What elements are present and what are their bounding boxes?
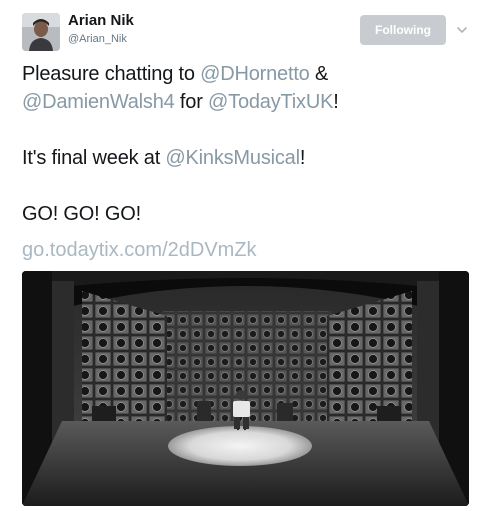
tweet-text-segment: for	[174, 91, 209, 113]
tweet-line-2: @DamienWalsh4 for @TodayTixUK!	[22, 88, 477, 116]
mention-kinksmusical[interactable]: @KinksMusical	[165, 147, 300, 169]
author-name[interactable]: Arian Nik	[68, 12, 134, 29]
tweet-line-3: It's final week at @KinksMusical!	[22, 144, 477, 172]
tweet-text-segment: &	[309, 63, 329, 85]
mention-dhornetto[interactable]: @DHornetto	[200, 63, 310, 85]
avatar-photo	[22, 13, 60, 51]
mention-damienwalsh4[interactable]: @DamienWalsh4	[22, 91, 175, 113]
avatar[interactable]	[22, 13, 60, 51]
tweet-line-4: GO! GO! GO!	[22, 203, 141, 225]
tweet-text-segment: !	[299, 147, 306, 169]
tweet-link[interactable]: go.todaytix.com/2dDVmZk	[22, 236, 257, 264]
author-handle[interactable]: @Arian_Nik	[68, 33, 127, 45]
chevron-down-icon[interactable]	[456, 23, 468, 35]
tweet-text-segment: It's final week at	[22, 147, 166, 169]
following-button[interactable]: Following	[360, 15, 446, 45]
tweet-text: Pleasure chatting to @DHornetto & @Damie…	[22, 60, 477, 228]
tweet-line-1: Pleasure chatting to @DHornetto &	[22, 60, 477, 88]
tweet-spacer	[22, 116, 477, 144]
stage-photo-image	[22, 271, 469, 506]
mention-todaytixuk[interactable]: @TodayTixUK	[208, 91, 333, 113]
tweet-text-segment: !	[333, 91, 339, 113]
tweet-spacer	[22, 172, 477, 200]
tweet-photo[interactable]	[22, 271, 469, 506]
tweet-text-segment: Pleasure chatting to	[22, 63, 201, 85]
